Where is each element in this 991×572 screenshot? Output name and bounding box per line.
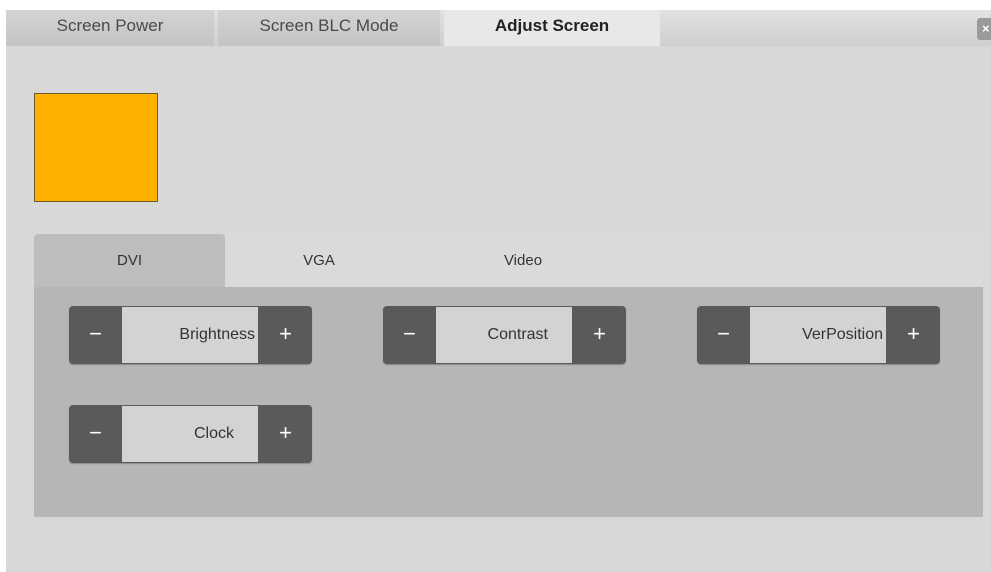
tab-adjust-screen[interactable]: Adjust Screen — [444, 10, 660, 46]
color-swatch[interactable] — [34, 93, 158, 202]
clock-stepper: − Clock + — [69, 405, 312, 463]
tab-screen-blc-mode[interactable]: Screen BLC Mode — [218, 10, 440, 46]
verposition-increase-button[interactable]: + — [887, 306, 940, 364]
clock-label: Clock — [122, 406, 258, 462]
verposition-stepper: − VerPosition + — [697, 306, 940, 364]
brightness-stepper: − Brightness + — [69, 306, 312, 364]
contrast-stepper: − Contrast + — [383, 306, 626, 364]
dvi-settings-panel: − Brightness + − Contrast + − VerPositio… — [34, 287, 983, 517]
close-icon[interactable]: × — [977, 18, 991, 40]
contrast-label: Contrast — [436, 307, 572, 363]
brightness-decrease-button[interactable]: − — [69, 306, 122, 364]
verposition-label: VerPosition — [750, 307, 886, 363]
adjust-screen-dialog: Screen Power Screen BLC Mode Adjust Scre… — [6, 10, 991, 572]
tab-screen-power[interactable]: Screen Power — [6, 10, 214, 46]
clock-decrease-button[interactable]: − — [69, 405, 122, 463]
contrast-decrease-button[interactable]: − — [383, 306, 436, 364]
brightness-label: Brightness — [122, 307, 258, 363]
verposition-decrease-button[interactable]: − — [697, 306, 750, 364]
brightness-increase-button[interactable]: + — [259, 306, 312, 364]
tab-vga[interactable]: VGA — [225, 234, 413, 287]
tab-video[interactable]: Video — [413, 234, 633, 287]
clock-increase-button[interactable]: + — [259, 405, 312, 463]
tab-dvi[interactable]: DVI — [34, 234, 225, 287]
top-tab-bar: Screen Power Screen BLC Mode Adjust Scre… — [6, 10, 991, 46]
contrast-increase-button[interactable]: + — [573, 306, 626, 364]
sub-tab-bar: DVI VGA Video — [34, 234, 983, 287]
